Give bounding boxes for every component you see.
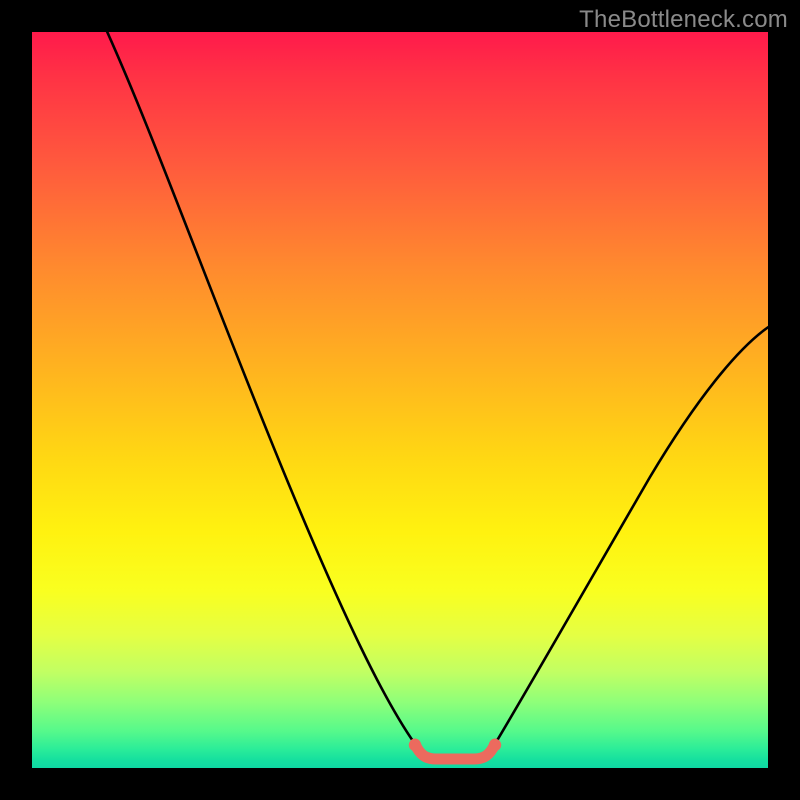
watermark-text: TheBottleneck.com [579,6,788,34]
curve-layer [32,32,768,768]
plot-area [32,32,768,768]
floor-end-right [489,739,501,751]
valley-curve-left [105,32,415,744]
valley-floor [415,744,495,759]
chart-frame: TheBottleneck.com [0,0,800,800]
floor-end-left [409,739,421,751]
valley-curve-right [495,324,768,744]
